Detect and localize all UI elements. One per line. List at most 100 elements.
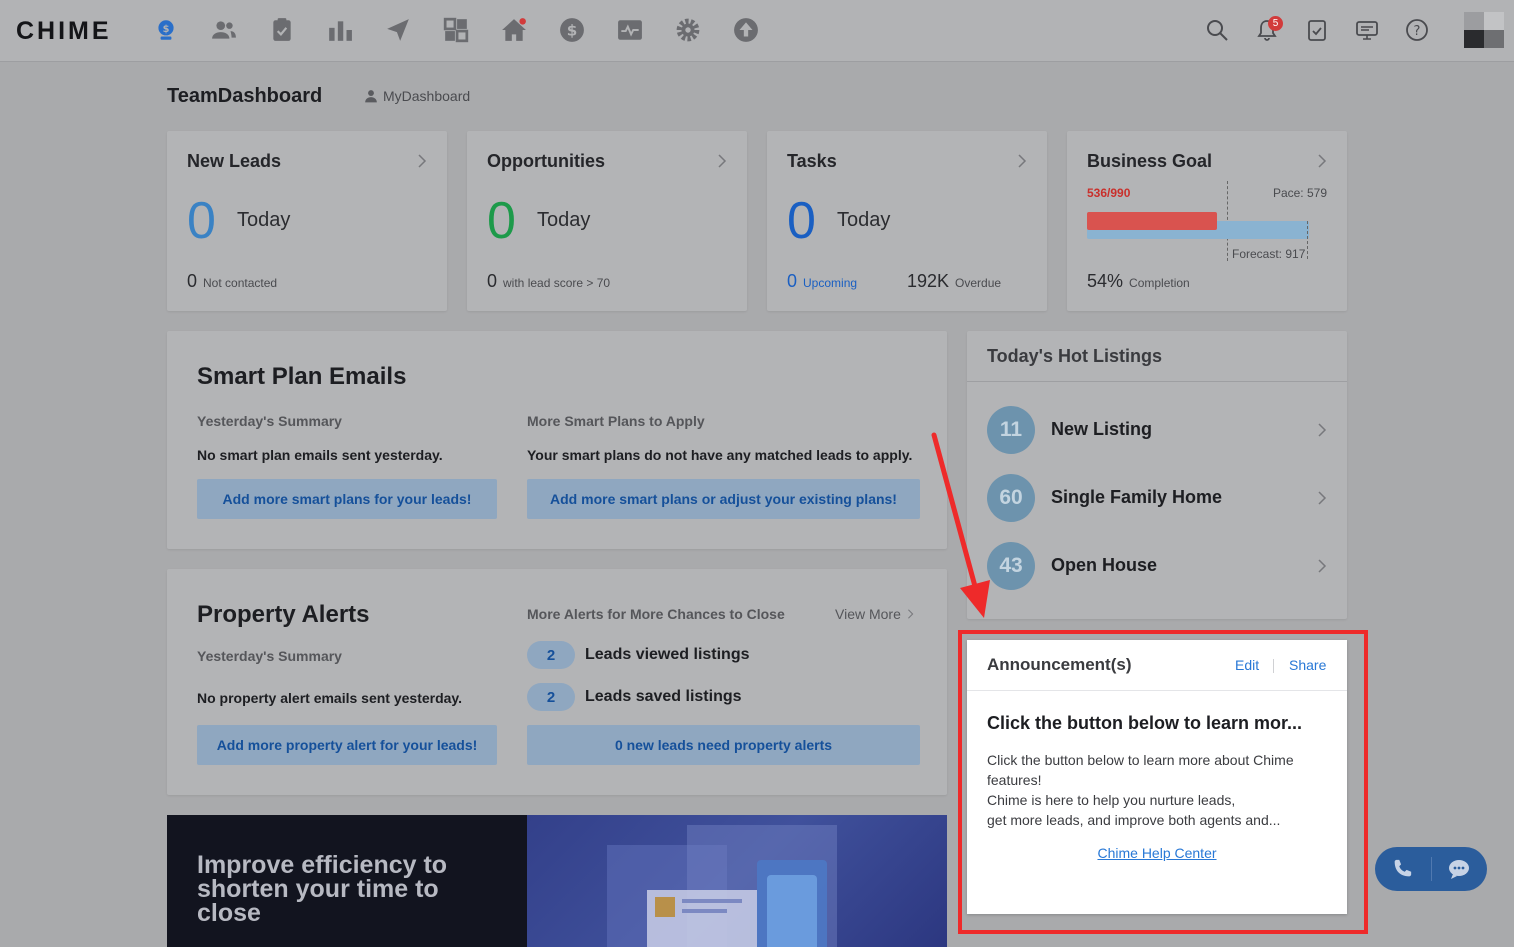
hot-listing-new[interactable]: 11 New Listing: [987, 406, 1327, 454]
adjust-smart-plans-button[interactable]: Add more smart plans or adjust your exis…: [527, 479, 920, 519]
new-leads-count: 0: [187, 192, 216, 250]
widget-separator: [1431, 857, 1432, 881]
highlight-frame: [958, 630, 1368, 934]
card-title: Today's Hot Listings: [987, 346, 1162, 366]
people-icon[interactable]: [209, 15, 239, 45]
send-icon[interactable]: [383, 15, 413, 45]
forecast-marker: [1307, 221, 1308, 259]
opportunities-count: 0: [487, 192, 516, 250]
help-icon[interactable]: ?: [1403, 16, 1431, 44]
new-leads-alerts-button[interactable]: 0 new leads need property alerts: [527, 725, 920, 765]
completion-stat: 54% Completion: [1087, 271, 1190, 292]
task-list-icon[interactable]: [1303, 16, 1331, 44]
banner-text-panel: Improve efficiency to shorten your time …: [167, 815, 527, 947]
stat-value: 54%: [1087, 271, 1124, 291]
add-smart-plans-button[interactable]: Add more smart plans for your leads!: [197, 479, 497, 519]
view-more-link[interactable]: View More: [835, 606, 914, 622]
section-title: Smart Plan Emails: [197, 363, 407, 390]
tasks-count: 0: [787, 192, 816, 250]
activity-icon[interactable]: [615, 15, 645, 45]
chevron-right-icon: [1018, 154, 1027, 168]
listing-label: Single Family Home: [1051, 487, 1223, 507]
saved-listings-label: Leads saved listings: [585, 688, 742, 705]
viewed-count-pill[interactable]: 2: [527, 641, 575, 669]
search-icon[interactable]: [1203, 16, 1231, 44]
notification-badge: 5: [1268, 16, 1283, 31]
bar-chart-icon[interactable]: [325, 15, 355, 45]
goal-pace-text: Pace: 579: [1272, 186, 1327, 200]
not-contacted-stat[interactable]: 0 Not contacted: [187, 271, 277, 292]
overdue-stat[interactable]: 192K Overdue: [907, 271, 1001, 292]
chevron-right-icon: [907, 609, 914, 619]
stat-label: Not contacted: [203, 276, 278, 290]
card-title: New Leads: [187, 151, 282, 171]
chevron-right-icon: [1318, 559, 1327, 573]
stat-value: 0: [787, 271, 798, 291]
presentation-icon[interactable]: [1353, 16, 1381, 44]
efficiency-banner[interactable]: Improve efficiency to shorten your time …: [167, 815, 947, 947]
phone-icon[interactable]: [1391, 858, 1413, 880]
smart-plan-emails-card: Smart Plan Emails Yesterday's Summary No…: [167, 331, 947, 549]
top-navigation-bar: CHIME $ $ 5 ?: [0, 0, 1514, 62]
clipboard-icon[interactable]: [267, 15, 297, 45]
gear-icon[interactable]: [673, 15, 703, 45]
divider: [967, 381, 1347, 382]
avatar[interactable]: [1464, 12, 1504, 48]
stat-label: Completion: [1129, 276, 1190, 290]
banner-illustration: [527, 815, 947, 947]
chevron-right-icon: [1318, 154, 1327, 168]
summary-text: No property alert emails sent yesterday.: [197, 690, 463, 706]
goal-progress-bar: [1087, 211, 1327, 241]
viewed-listings-label: Leads viewed listings: [585, 646, 750, 663]
listing-label: Open House: [1051, 555, 1158, 575]
stat-label: Overdue: [955, 276, 1002, 290]
chevron-right-icon: [718, 154, 727, 168]
stat-label: with lead score > 70: [503, 276, 611, 290]
add-property-alert-button[interactable]: Add more property alert for your leads!: [197, 725, 497, 765]
my-dashboard-link[interactable]: MyDashboard: [364, 88, 470, 104]
dollar-icon[interactable]: $: [557, 15, 587, 45]
user-icon: [365, 90, 377, 103]
svg-text:$: $: [163, 24, 170, 35]
hot-listings-card: Today's Hot Listings 11 New Listing 60 S…: [967, 331, 1347, 619]
period-label: Today: [237, 209, 291, 231]
banner-headline: Improve efficiency to shorten your time …: [197, 851, 448, 927]
opportunities-card[interactable]: Opportunities 0 Today 0 with lead score …: [467, 131, 747, 311]
dashboard-icon[interactable]: $: [151, 15, 181, 45]
business-goal-card[interactable]: Business Goal 536/990 Pace: 579 Forecast…: [1067, 131, 1347, 311]
apps-icon[interactable]: [441, 15, 471, 45]
goal-progress-text: 536/990: [1087, 186, 1131, 200]
bell-icon[interactable]: 5: [1253, 16, 1283, 44]
hot-listing-open-house[interactable]: 43 Open House: [987, 542, 1327, 590]
new-leads-card[interactable]: New Leads 0 Today 0 Not contacted: [167, 131, 447, 311]
stat-value: 0: [187, 271, 198, 291]
progress-fill: [1087, 212, 1217, 230]
view-more-label: View More: [835, 606, 901, 622]
hot-listing-single-family[interactable]: 60 Single Family Home: [987, 474, 1327, 522]
summary-label: Yesterday's Summary: [197, 413, 342, 429]
chime-logo[interactable]: CHIME: [16, 17, 112, 46]
saved-count-pill[interactable]: 2: [527, 683, 575, 711]
call-chat-widget: [1375, 847, 1487, 891]
card-title: Tasks: [787, 151, 837, 171]
more-plans-label: More Smart Plans to Apply: [527, 413, 705, 429]
upcoming-stat[interactable]: 0 Upcoming: [787, 271, 857, 292]
card-title: Business Goal: [1087, 151, 1213, 171]
lead-score-stat[interactable]: 0 with lead score > 70: [487, 271, 610, 292]
chevron-right-icon: [418, 154, 427, 168]
chevron-right-icon: [1318, 491, 1327, 505]
home-icon[interactable]: [499, 15, 529, 45]
tasks-card[interactable]: Tasks 0 Today 0 Upcoming 192K Overdue: [767, 131, 1047, 311]
chat-icon[interactable]: [1447, 857, 1471, 881]
more-plans-text: Your smart plans do not have any matched…: [527, 447, 913, 463]
upload-icon[interactable]: [731, 15, 761, 45]
summary-label: Yesterday's Summary: [197, 648, 342, 664]
listing-label: New Listing: [1051, 419, 1153, 439]
period-label: Today: [837, 209, 891, 231]
chevron-right-icon: [1318, 423, 1327, 437]
svg-text:?: ?: [1414, 24, 1421, 39]
page-title[interactable]: TeamDashboard: [167, 85, 322, 108]
goal-forecast-text: Forecast: 917: [1232, 247, 1306, 261]
stat-value: 0: [487, 271, 498, 291]
svg-text:$: $: [567, 21, 578, 39]
